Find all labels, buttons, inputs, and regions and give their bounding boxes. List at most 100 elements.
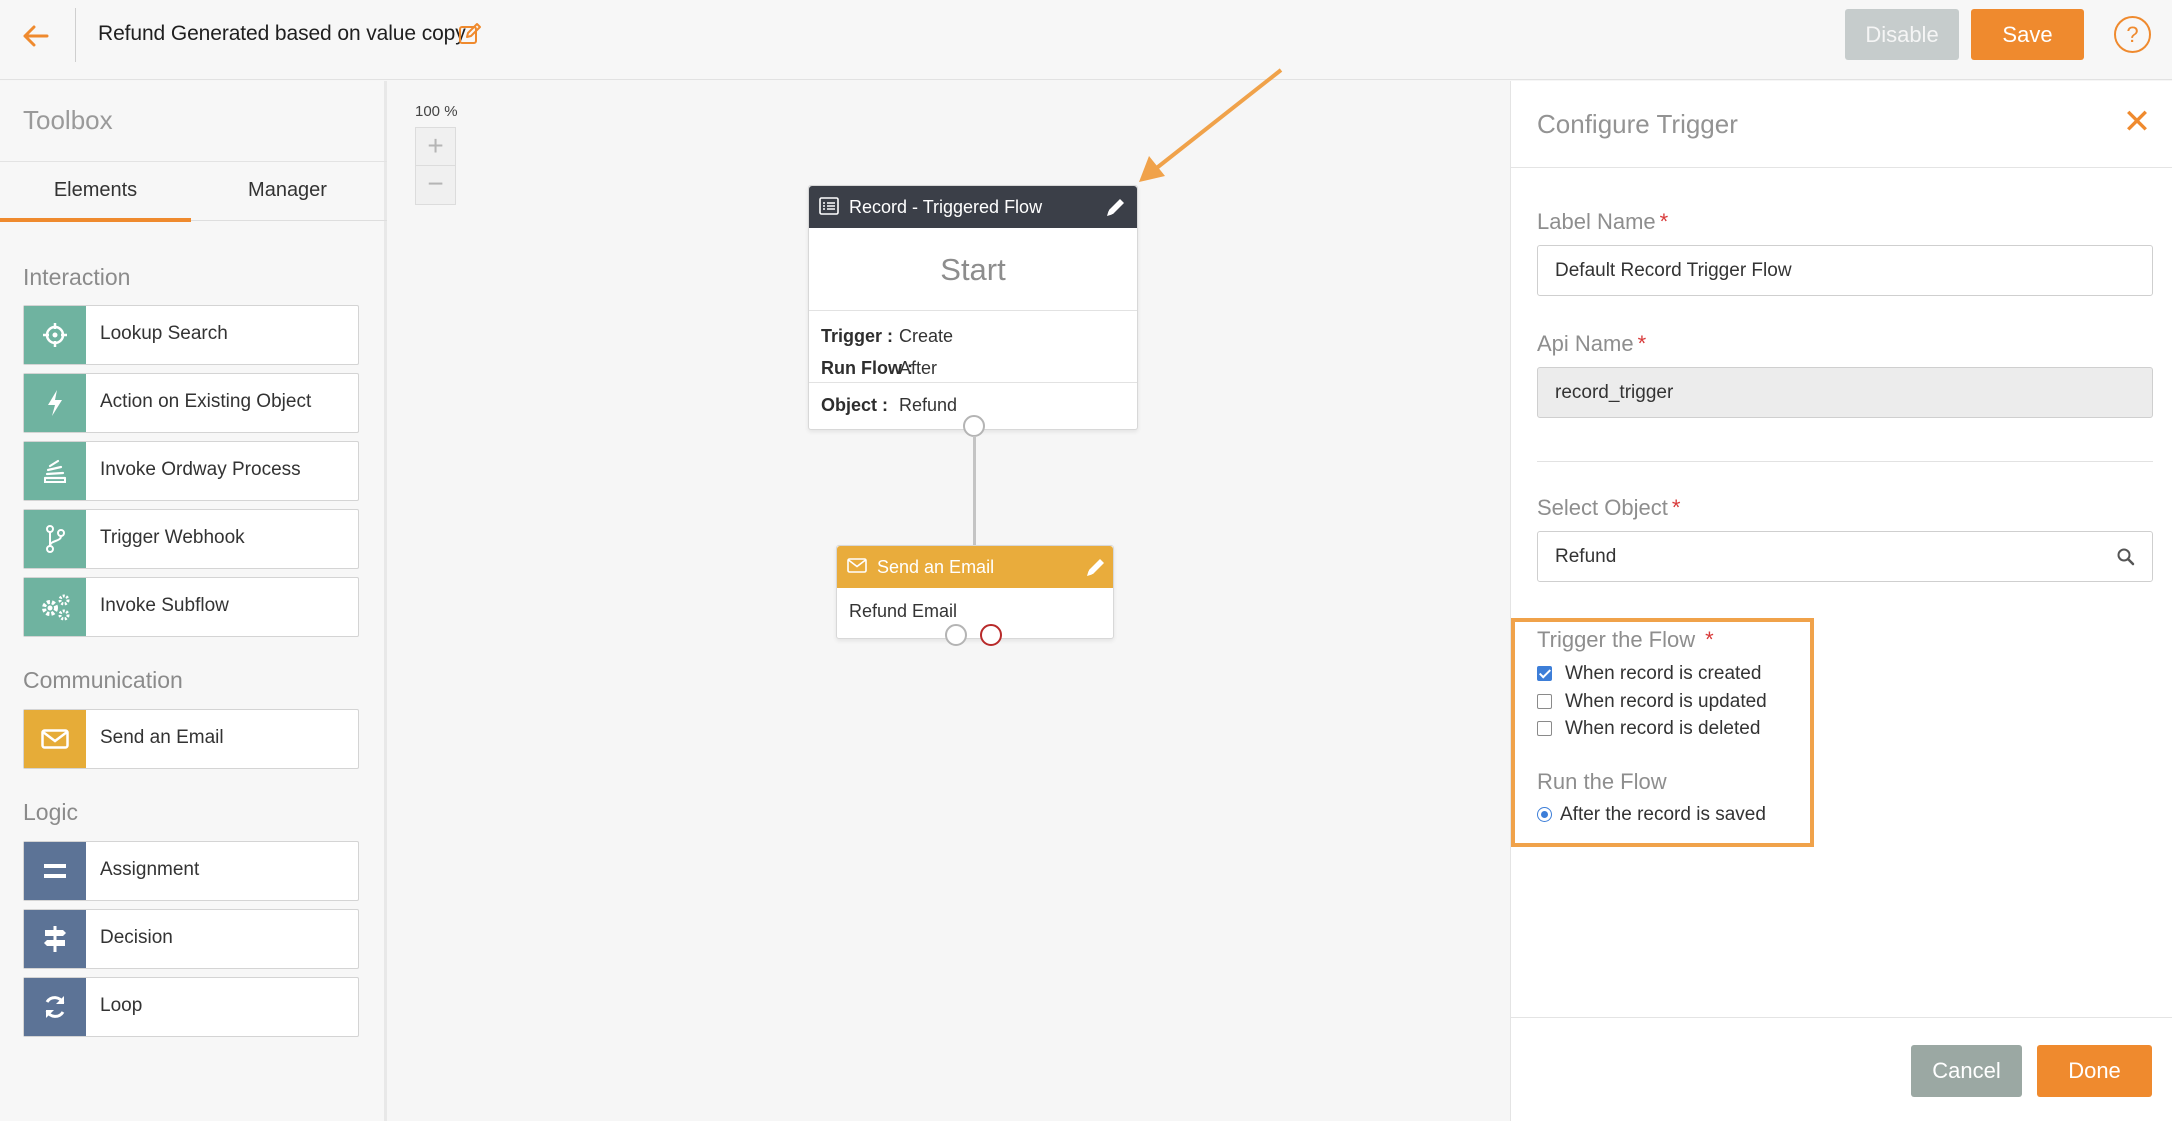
tool-assignment[interactable]: Assignment xyxy=(23,841,359,901)
object-value: Refund xyxy=(899,395,958,415)
tool-invoke-ordway-process[interactable]: Invoke Ordway Process xyxy=(23,441,359,501)
tool-label: Decision xyxy=(100,927,173,948)
checkbox-unchecked[interactable] xyxy=(1537,721,1552,736)
search-icon[interactable] xyxy=(2116,547,2136,573)
toolbox-tabs: Elements Manager xyxy=(0,161,387,222)
email-node-title: Send an Email xyxy=(877,557,995,577)
cancel-button[interactable]: Cancel xyxy=(1911,1045,2022,1097)
tool-decision[interactable]: Decision xyxy=(23,909,359,969)
object-key: Object : xyxy=(821,395,889,415)
divider xyxy=(809,382,1137,383)
crosshair-icon xyxy=(24,306,86,364)
flow-canvas[interactable]: 100 % + − Record - Triggered Flow Start … xyxy=(390,81,1510,1121)
start-node-title: Record - Triggered Flow xyxy=(849,197,1043,217)
pencil-icon[interactable] xyxy=(1085,556,1107,583)
tool-trigger-webhook[interactable]: Trigger Webhook xyxy=(23,509,359,569)
checkbox-label: When record is deleted xyxy=(1565,718,1761,739)
trigger-flow-title: Trigger the Flow * xyxy=(1537,627,1714,653)
tool-label: Action on Existing Object xyxy=(100,391,312,412)
select-object-input[interactable]: Refund xyxy=(1537,531,2153,582)
branch-icon xyxy=(24,510,86,568)
gears-icon xyxy=(24,578,86,636)
top-bar: Refund Generated based on value copy Dis… xyxy=(0,0,2172,80)
tool-lookup-search[interactable]: Lookup Search xyxy=(23,305,359,365)
label-name-input[interactable]: Default Record Trigger Flow xyxy=(1537,245,2153,296)
label-name-label: Label Name * xyxy=(1537,209,1668,235)
tool-invoke-subflow[interactable]: Invoke Subflow xyxy=(23,577,359,637)
tool-label: Lookup Search xyxy=(100,323,228,344)
tab-elements[interactable]: Elements xyxy=(0,162,191,222)
trigger-key: Trigger : xyxy=(821,326,894,346)
envelope-icon xyxy=(847,558,867,578)
disable-button[interactable]: Disable xyxy=(1845,9,1959,60)
tool-label: Trigger Webhook xyxy=(100,527,245,548)
email-node-body: Refund Email xyxy=(849,601,958,621)
required-mark: * xyxy=(1637,331,1647,356)
api-name-input: record_trigger xyxy=(1537,367,2153,418)
trigger-flow-text: Trigger the Flow xyxy=(1537,627,1696,652)
signpost-icon xyxy=(24,910,86,968)
help-icon[interactable]: ? xyxy=(2114,16,2151,53)
toolbox-title: Toolbox xyxy=(23,105,113,135)
toolbox-panel: Toolbox Elements Manager Interaction Loo… xyxy=(0,81,387,1121)
zoom-in-button[interactable]: + xyxy=(416,128,455,166)
start-label: Start xyxy=(940,252,1006,287)
tool-send-email[interactable]: Send an Email xyxy=(23,709,359,769)
email-fault-port[interactable] xyxy=(980,624,1002,646)
run-flow-value: After xyxy=(899,358,938,378)
panel-header: Configure Trigger ✕ xyxy=(1511,81,2172,168)
run-flow-row: Run Flow : After xyxy=(821,358,937,379)
zoom-level: 100 % xyxy=(415,103,458,120)
checkbox-unchecked[interactable] xyxy=(1537,694,1552,709)
done-button[interactable]: Done xyxy=(2037,1045,2152,1097)
email-node-header: Send an Email xyxy=(837,546,1113,588)
panel-footer: Cancel Done xyxy=(1511,1017,2172,1121)
start-node[interactable]: Record - Triggered Flow Start Trigger : … xyxy=(808,185,1138,430)
close-icon[interactable]: ✕ xyxy=(2121,105,2153,139)
tab-manager[interactable]: Manager xyxy=(192,162,383,222)
save-button[interactable]: Save xyxy=(1971,9,2084,60)
envelope-icon xyxy=(24,710,86,768)
equals-icon xyxy=(24,842,86,900)
required-mark: * xyxy=(1659,209,1669,234)
checkbox-label: When record is created xyxy=(1565,663,1762,684)
trigger-value: Create xyxy=(899,326,954,346)
annotation-arrow xyxy=(1139,68,1283,182)
header-divider xyxy=(75,8,76,62)
email-output-port[interactable] xyxy=(945,624,967,646)
list-icon xyxy=(819,197,839,220)
required-mark: * xyxy=(1671,495,1681,520)
back-arrow-icon[interactable] xyxy=(18,18,54,54)
select-object-value: Refund xyxy=(1555,546,1617,567)
flow-title: Refund Generated based on value copy xyxy=(98,22,466,45)
start-output-port[interactable] xyxy=(963,415,985,437)
lightning-icon xyxy=(24,374,86,432)
label-name-text: Label Name xyxy=(1537,209,1656,234)
section-title-logic: Logic xyxy=(23,799,78,825)
tool-action-existing-object[interactable]: Action on Existing Object xyxy=(23,373,359,433)
start-node-header: Record - Triggered Flow xyxy=(809,186,1137,228)
pencil-icon[interactable] xyxy=(1105,196,1127,223)
tool-label: Assignment xyxy=(100,859,200,880)
select-object-text: Select Object xyxy=(1537,495,1668,520)
zoom-out-button[interactable]: − xyxy=(416,166,455,204)
api-name-text: Api Name xyxy=(1537,331,1634,356)
checkbox-checked[interactable] xyxy=(1537,666,1552,681)
tool-loop[interactable]: Loop xyxy=(23,977,359,1037)
configure-trigger-panel: Configure Trigger ✕ Label Name * Default … xyxy=(1510,81,2172,1121)
panel-title: Configure Trigger xyxy=(1537,109,1738,139)
tool-label: Invoke Subflow xyxy=(100,595,229,616)
required-mark: * xyxy=(1705,627,1714,652)
send-email-node[interactable]: Send an Email Refund Email xyxy=(836,545,1114,639)
radio-selected[interactable] xyxy=(1537,807,1552,822)
section-divider xyxy=(1537,461,2153,462)
stack-icon xyxy=(24,442,86,500)
radio-label: After the record is saved xyxy=(1560,804,1766,825)
edit-title-icon[interactable] xyxy=(458,22,484,48)
trigger-row: Trigger : Create xyxy=(821,326,953,347)
tool-label: Invoke Ordway Process xyxy=(100,459,301,480)
checkbox-label: When record is updated xyxy=(1565,691,1767,712)
object-row: Object : Refund xyxy=(821,395,957,416)
api-name-label: Api Name * xyxy=(1537,331,1646,357)
refresh-icon xyxy=(24,978,86,1036)
